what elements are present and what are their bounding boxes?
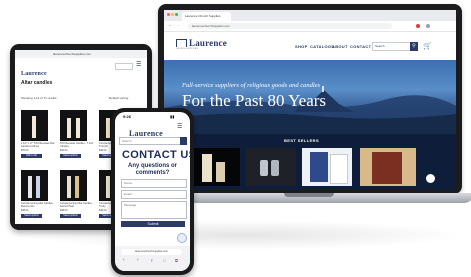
nav-about[interactable]: ABOUT (332, 44, 348, 49)
tabs-icon[interactable]: ⧉ (175, 258, 178, 263)
best-seller-card[interactable] (192, 148, 240, 186)
tablet-address-bar[interactable]: laurencechurchsupplies.com (53, 52, 91, 56)
product-title[interactable]: 51% Beeswax Candles - 7 Inch Candles (60, 142, 94, 148)
search-icon: ⚲ (412, 43, 416, 49)
product-price: $48.00 (21, 209, 29, 212)
phone-header: Laurence ☰ (115, 121, 190, 138)
site-header: Laurence CHURCH SUPPLIES SHOP CATALOGS A… (164, 32, 456, 60)
search-button[interactable]: ⚲ (410, 42, 418, 51)
glass-candle-image (260, 160, 268, 176)
forward-arrow-icon[interactable]: → (175, 22, 180, 28)
product-image[interactable] (21, 110, 48, 141)
name-field[interactable]: Name (121, 179, 187, 188)
email-field[interactable]: Email (121, 190, 187, 199)
product-price: $48.00 (60, 209, 68, 212)
nav-contact[interactable]: CONTACT (350, 44, 371, 49)
search-input[interactable]: Search (372, 42, 412, 51)
laptop-screen: Laurence Church Supplies ← → laurencechu… (164, 10, 456, 190)
product-title[interactable]: Complementing Altar Candles - Sacred Hea… (60, 202, 94, 208)
share-icon[interactable]: ⇧ (150, 258, 153, 263)
product-price: $70.00 (21, 149, 29, 152)
tablet-logo-text: Laurence (21, 71, 47, 77)
best-seller-card[interactable] (246, 148, 296, 186)
nav-catalogs[interactable]: CATALOGS (310, 44, 334, 49)
logo-tagline: CHURCH SUPPLIES (176, 48, 199, 50)
phone-battery-icon: ▮▮ (170, 114, 175, 119)
submit-button[interactable]: Submit (121, 221, 185, 227)
product-image[interactable] (60, 110, 87, 141)
result-count: Showing 1-12 of 71 results (21, 96, 57, 100)
best-seller-card[interactable] (302, 148, 352, 186)
select-options-button[interactable]: Select options (21, 214, 42, 218)
window-minimize-dot[interactable] (171, 13, 174, 16)
extension-icon[interactable] (416, 24, 420, 28)
window-close-dot[interactable] (167, 13, 170, 16)
glass-candle-image (271, 160, 279, 176)
select-options-button[interactable]: Select options (60, 214, 81, 218)
add-to-cart-button[interactable]: Add to cart (21, 154, 42, 158)
best-seller-card[interactable] (360, 148, 416, 186)
tablet-address-row: laurencechurchsupplies.com (15, 50, 147, 58)
back-arrow-icon[interactable]: ← (168, 22, 173, 28)
logo-text: Laurence (189, 38, 227, 48)
product-image[interactable] (60, 170, 87, 201)
browser-tab[interactable]: Laurence Church Supplies (182, 12, 231, 21)
candle-image (216, 162, 225, 182)
best-sellers-section: BEST SELLERS (164, 134, 456, 190)
contact-title: CONTACT US (122, 149, 190, 161)
phone-back-icon[interactable]: ‹ (123, 257, 125, 263)
category-heading: Altar candles (21, 80, 53, 86)
book-image (310, 152, 328, 182)
tablet-search-input[interactable] (115, 63, 133, 70)
message-field[interactable]: Message (121, 201, 187, 219)
tablet-menu-icon[interactable]: ☰ (136, 61, 141, 68)
browser-tab-bar: Laurence Church Supplies (164, 10, 456, 21)
site-logo[interactable]: Laurence CHURCH SUPPLIES (176, 38, 227, 50)
select-options-button[interactable]: Select options (60, 154, 81, 158)
hero-banner: Full-service suppliers of religious good… (164, 60, 456, 134)
nav-shop[interactable]: SHOP (295, 44, 308, 49)
address-bar[interactable]: laurencechurchsupplies.com (188, 23, 392, 29)
product-price: $48.00 (99, 209, 107, 212)
hero-title: For the Past 80 Years (182, 91, 327, 110)
recaptcha-badge[interactable] (426, 174, 435, 183)
phone-browser-bar: laurencechurchsupplies.com ‹ › ⇧ □ ⧉ (115, 246, 190, 271)
product-price: $44.00 (60, 149, 68, 152)
phone-forward-icon[interactable]: › (137, 257, 139, 263)
hero-tagline: Full-service suppliers of religious good… (182, 82, 321, 89)
sort-select[interactable]: Default sorting (109, 96, 128, 100)
tablet-logo[interactable]: Laurence (21, 62, 47, 80)
phone-screen: 9:26 ▮▮ Laurence ☰ Search CONTACT US Any… (115, 112, 190, 271)
book-image (330, 154, 348, 184)
church-logo-icon (176, 39, 187, 47)
recaptcha-badge[interactable] (177, 233, 187, 243)
contact-subtitle: Any questions or comments? (127, 163, 177, 176)
phone-search-button[interactable] (180, 137, 187, 145)
window-maximize-dot[interactable] (175, 13, 178, 16)
bookmarks-icon[interactable]: □ (163, 258, 165, 263)
book-image (372, 152, 402, 184)
profile-icon[interactable] (426, 24, 430, 28)
product-title[interactable]: Complementing Altar Candles - Resurrecti… (21, 202, 55, 208)
cart-icon[interactable]: 🛒 (423, 42, 432, 50)
best-sellers-heading: BEST SELLERS (284, 138, 320, 143)
product-price: $48.00 (99, 149, 107, 152)
phone-search-input[interactable]: Search (119, 137, 181, 145)
product-image[interactable] (21, 170, 48, 201)
product-title[interactable]: 1-1/2" x 17" 51% Beeswax Altar Candles (… (21, 142, 55, 148)
address-row: ← → laurencechurchsupplies.com (164, 21, 456, 32)
phone-status-time: 9:26 (123, 114, 132, 119)
phone-address-bar[interactable]: laurencechurchsupplies.com (121, 249, 182, 255)
candle-image (202, 154, 212, 182)
phone-menu-icon[interactable]: ☰ (177, 123, 182, 130)
laptop-notch (284, 193, 334, 197)
